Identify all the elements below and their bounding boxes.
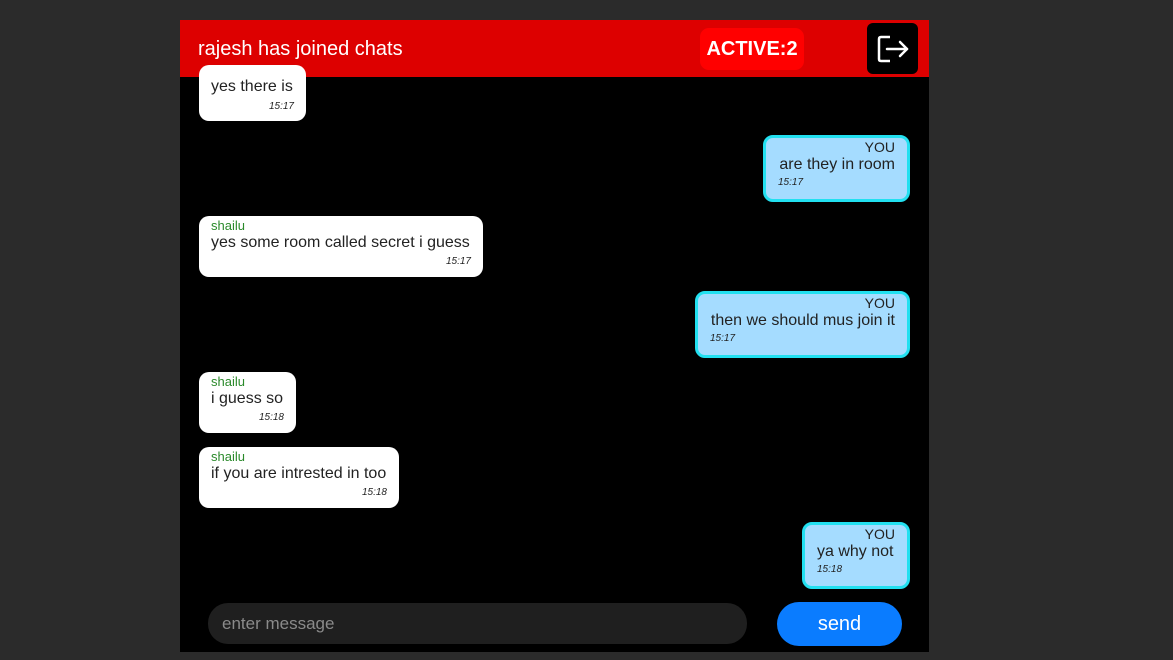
message-bubble: shailu if you are intrested in too 15:18 — [199, 447, 399, 508]
message-bubble: YOU are they in room 15:17 — [763, 135, 910, 202]
message-text: are they in room — [779, 156, 895, 173]
message-time: 15:17 — [710, 333, 736, 344]
exit-button[interactable] — [867, 23, 918, 74]
message-list: yes there is 15:17 YOU are they in room … — [180, 65, 929, 592]
message-time: 15:18 — [817, 564, 843, 575]
message-time: 15:17 — [268, 101, 294, 112]
header-title: rajesh has joined chats — [198, 38, 403, 60]
message-time: 15:18 — [361, 487, 387, 498]
message-sender: YOU — [864, 526, 895, 542]
message-text: i guess so — [211, 390, 284, 407]
message-bubble: YOU then we should mus join it 15:17 — [695, 291, 910, 358]
message-sender: shailu — [211, 374, 245, 389]
message-input[interactable] — [208, 603, 747, 644]
message-sender: YOU — [864, 139, 895, 155]
message-text: if you are intrested in too — [211, 465, 387, 482]
active-count-badge: ACTIVE:2 — [700, 28, 804, 70]
message-sender: shailu — [211, 218, 245, 233]
message-time: 15:18 — [258, 412, 284, 423]
message-bubble: shailu i guess so 15:18 — [199, 372, 296, 433]
send-button[interactable]: send — [777, 602, 902, 646]
message-text: yes some room called secret i guess — [211, 234, 470, 251]
chat-window: rajesh has joined chats ACTIVE:2 yes the… — [180, 20, 929, 652]
message-sender: YOU — [864, 295, 895, 311]
message-bubble: yes there is 15:17 — [199, 65, 306, 121]
message-bubble: YOU ya why not 15:18 — [802, 522, 910, 589]
message-bubble: shailu yes some room called secret i gue… — [199, 216, 483, 277]
message-time: 15:17 — [778, 177, 804, 188]
logout-icon — [877, 35, 908, 62]
message-text: ya why not — [817, 543, 894, 560]
message-text: then we should mus join it — [710, 312, 895, 329]
message-sender: shailu — [211, 449, 245, 464]
message-time: 15:17 — [445, 256, 471, 267]
message-text: yes there is — [211, 78, 293, 95]
